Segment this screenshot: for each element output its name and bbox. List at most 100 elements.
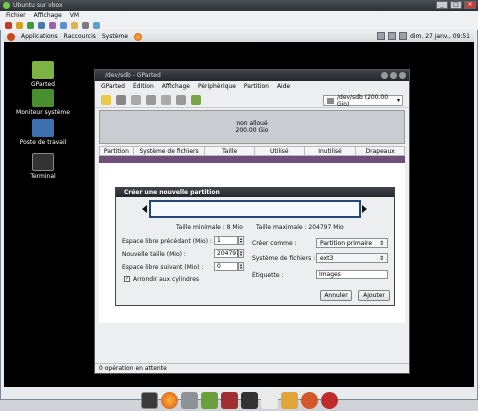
resize-left-handle-icon[interactable] (142, 205, 147, 213)
chevron-down-icon: ▾ (396, 97, 400, 104)
free-after-field[interactable]: 0 (214, 262, 238, 271)
create-as-label: Créer comme : (252, 240, 297, 247)
desktop-icon-computer[interactable]: Poste de travail (12, 119, 74, 146)
desktop-icon-label: Terminal (30, 173, 56, 180)
col-filesystem[interactable]: Système de fichiers (134, 147, 206, 155)
resize-icon[interactable] (131, 94, 141, 105)
apply-icon[interactable] (191, 94, 201, 105)
gparted-maximize-button[interactable] (390, 72, 397, 79)
dialog-title: Créer une nouvelle partition (116, 188, 394, 197)
menu-fichier[interactable]: Fichier (6, 12, 26, 19)
col-flags[interactable]: Drapeaux (356, 147, 404, 155)
terminal-icon[interactable] (141, 391, 158, 409)
cancel-button[interactable]: Annuler (320, 290, 352, 301)
status-bar: 0 opération en attente (95, 363, 409, 373)
new-size-stepper[interactable]: ▴ ▾ (238, 249, 244, 258)
gparted-titlebar: /dev/sdb - GParted (95, 70, 409, 81)
new-size-field[interactable]: 204797 (214, 249, 240, 258)
close-button[interactable]: × (464, 1, 476, 9)
computer-icon (32, 119, 54, 137)
gparted-icon[interactable] (201, 391, 218, 409)
copy-icon[interactable] (146, 94, 156, 105)
clock[interactable]: dim. 27 janv., 09:51 (410, 33, 470, 40)
filesystem-select[interactable]: ext3 ⇕ (316, 253, 388, 263)
menu-vm[interactable]: VM (70, 12, 79, 19)
new-size-label: Nouvelle taille (Mio) : (122, 251, 186, 258)
free-after-label: Espace libre suivant (Mio) : (122, 264, 204, 271)
menu-aide[interactable]: Aide (277, 83, 290, 90)
create-as-select[interactable]: Partition primaire ⇕ (316, 238, 388, 248)
map-size: 200.00 Gio (235, 127, 269, 134)
minimize-button[interactable]: _ (436, 1, 448, 9)
desktop-icon-label: GParted (31, 81, 55, 88)
settings-icon[interactable] (93, 21, 100, 29)
menu-edition[interactable]: Édition (133, 83, 154, 90)
disk-map[interactable]: non alloué 200.00 Gio (99, 110, 405, 144)
network-tray-icon[interactable] (377, 32, 386, 40)
monitor-icon[interactable] (241, 391, 258, 409)
menu-affichage[interactable]: Affichage (34, 12, 62, 19)
menu-peripherique[interactable]: Périphérique (198, 83, 236, 90)
panel-applications[interactable]: Applications (21, 33, 58, 40)
resize-right-handle-icon[interactable] (362, 205, 367, 213)
gparted-title: /dev/sdb - GParted (105, 72, 161, 79)
map-label: non alloué (236, 120, 268, 127)
snapshot-icon[interactable] (49, 21, 56, 29)
stop-icon[interactable] (5, 21, 12, 29)
refresh-icon[interactable] (38, 21, 45, 29)
col-size[interactable]: Taille (205, 147, 255, 155)
menu-partition[interactable]: Partition (244, 83, 269, 90)
min-size-label: Taille minimale : 8 Mio (176, 224, 243, 231)
gparted-window-controls (381, 72, 406, 79)
new-partition-dialog: Créer une nouvelle partition Taille mini… (115, 187, 395, 306)
col-unused[interactable]: Inutilisé (305, 147, 357, 155)
free-before-stepper[interactable]: ▴ ▾ (238, 236, 244, 245)
device-selector[interactable]: /dev/sdb (200.00 Gio) ▾ (323, 93, 403, 108)
partition-resizer[interactable] (149, 200, 361, 218)
cd-icon[interactable] (82, 21, 89, 29)
presentation-icon[interactable] (221, 391, 238, 409)
document-icon[interactable] (261, 391, 278, 409)
calculator-icon[interactable] (181, 391, 198, 409)
ubuntu-icon[interactable] (301, 391, 318, 409)
pause-icon[interactable] (16, 21, 23, 29)
maximize-button[interactable]: □ (450, 1, 462, 9)
network-icon[interactable] (60, 21, 67, 29)
dock (139, 389, 354, 411)
device-label: /dev/sdb (200.00 Gio) (336, 93, 389, 108)
tag-field[interactable]: Images (316, 270, 388, 279)
usb-icon[interactable] (71, 21, 78, 29)
vbox-app-icon (3, 2, 10, 9)
delete-icon[interactable] (116, 94, 126, 105)
panel-tray: dim. 27 janv., 09:51 (377, 32, 470, 40)
tag-label: Étiquette : (252, 272, 284, 279)
col-used[interactable]: Utilisé (255, 147, 305, 155)
desktop-icon-terminal[interactable]: Terminal (12, 153, 74, 180)
panel-raccourcis[interactable]: Raccourcis (64, 33, 96, 40)
desktop-icon-monitor[interactable]: Moniteur système (12, 89, 74, 116)
power-icon[interactable] (321, 391, 338, 409)
guest-top-panel: Applications Raccourcis Système dim. 27 … (4, 31, 474, 42)
volume-tray-icon[interactable] (388, 32, 397, 40)
host-toolbar (0, 20, 478, 30)
new-partition-icon[interactable] (101, 94, 111, 105)
paste-icon[interactable] (161, 94, 171, 105)
menu-affichage[interactable]: Affichage (162, 83, 190, 90)
undo-icon[interactable] (176, 94, 186, 105)
mail-tray-icon[interactable] (399, 32, 408, 40)
round-cylinders-checkbox[interactable]: ✓ (124, 276, 130, 282)
play-icon[interactable] (27, 21, 34, 29)
gparted-minimize-button[interactable] (381, 72, 388, 79)
free-before-field[interactable]: 1 (214, 236, 238, 245)
free-after-stepper[interactable]: ▴ ▾ (238, 262, 244, 271)
menu-gparted[interactable]: GParted (101, 83, 125, 90)
folder-icon[interactable] (281, 391, 298, 409)
panel-systeme[interactable]: Système (102, 33, 128, 40)
table-row[interactable] (99, 156, 405, 163)
add-button[interactable]: Ajouter (358, 290, 390, 301)
firefox-icon[interactable] (133, 32, 142, 41)
firefox-icon[interactable] (161, 391, 178, 409)
desktop-icon-gparted[interactable]: GParted (12, 61, 74, 88)
col-partition[interactable]: Partition (100, 147, 134, 155)
gparted-close-button[interactable] (399, 72, 406, 79)
